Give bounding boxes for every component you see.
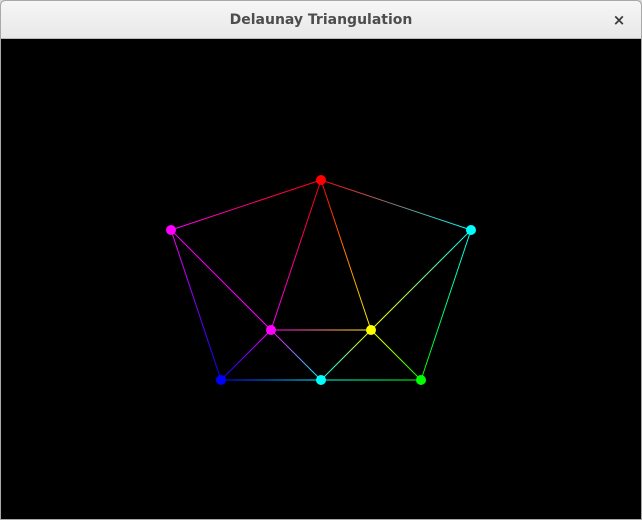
- edge-inner-right-right: [370, 229, 472, 331]
- drawing-canvas[interactable]: [1, 39, 641, 519]
- edge-right-bottom-right: [420, 229, 472, 381]
- edge-top-inner-left: [270, 179, 322, 331]
- triangulation-drawing: [166, 175, 476, 385]
- vertex-right[interactable]: [466, 225, 476, 235]
- edge-top-inner-right: [320, 179, 372, 331]
- edge-top-right: [320, 179, 472, 231]
- vertex-inner-right[interactable]: [366, 325, 376, 335]
- vertex-bottom-right[interactable]: [416, 375, 426, 385]
- vertex-left[interactable]: [166, 225, 176, 235]
- vertex-bottom-left[interactable]: [216, 375, 226, 385]
- edge-left-inner-left: [170, 229, 272, 331]
- vertex-inner-left[interactable]: [266, 325, 276, 335]
- close-icon: ×: [612, 11, 626, 29]
- app-window: Delaunay Triangulation ×: [0, 0, 642, 520]
- edge-inner-right-bottom-mid: [320, 329, 372, 381]
- window-title: Delaunay Triangulation: [229, 12, 413, 28]
- title-bar[interactable]: Delaunay Triangulation ×: [1, 1, 641, 39]
- edge-inner-right-bottom-right: [370, 329, 422, 381]
- vertex-top[interactable]: [316, 175, 326, 185]
- edge-left-top: [170, 179, 322, 231]
- edge-left-bottom-left: [170, 229, 222, 381]
- edge-inner-left-bottom-left: [220, 329, 272, 381]
- vertex-bottom-mid[interactable]: [316, 375, 326, 385]
- edges-layer: [170, 179, 472, 381]
- edge-inner-left-bottom-mid: [270, 329, 322, 381]
- close-button[interactable]: ×: [609, 9, 629, 31]
